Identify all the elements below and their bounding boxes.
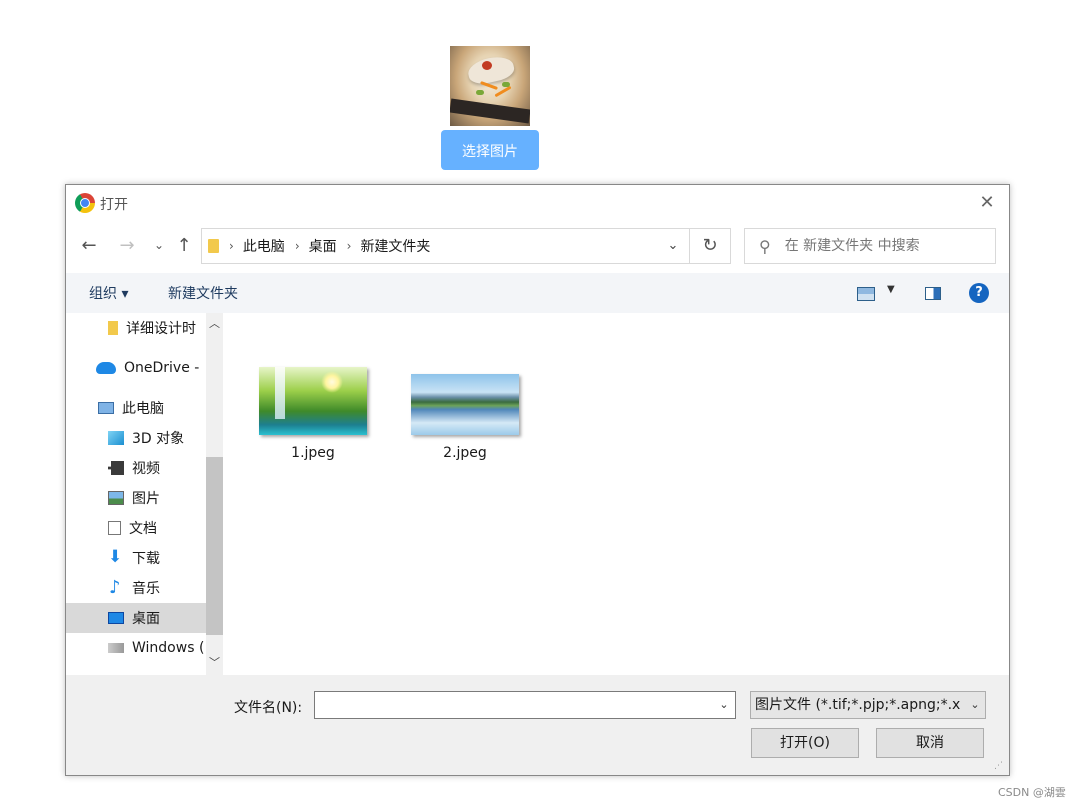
sidebar-item-windows-drive[interactable]: Windows ( xyxy=(66,633,206,663)
choose-image-button[interactable]: 选择图片 xyxy=(441,130,539,170)
refresh-icon[interactable]: ↻ xyxy=(689,228,731,264)
folder-icon xyxy=(208,239,219,253)
command-toolbar: 组织 ▾ 新建文件夹 ▼ ? xyxy=(66,273,1009,313)
filename-field[interactable] xyxy=(314,691,736,719)
forward-arrow-icon[interactable]: → xyxy=(116,235,138,257)
breadcrumb-separator: › xyxy=(294,239,300,253)
sidebar-item-music[interactable]: 音乐 xyxy=(66,573,206,603)
documents-icon xyxy=(108,521,121,535)
file-list-area: 1.jpeg 2.jpeg xyxy=(226,313,1009,675)
file-type-select[interactable]: 图片文件 (*.tif;*.pjp;*.apng;*.x xyxy=(750,691,986,719)
sidebar-item-videos[interactable]: 视频 xyxy=(66,453,206,483)
file-thumbnail xyxy=(259,367,367,435)
search-icon: ⚲ xyxy=(759,236,771,256)
sidebar-item-documents[interactable]: 文档 xyxy=(66,513,206,543)
dialog-title: 打开 xyxy=(100,197,128,213)
music-icon xyxy=(108,577,124,598)
new-folder-button[interactable]: 新建文件夹 xyxy=(168,283,238,303)
file-type-chevron-icon[interactable]: ⌄ xyxy=(966,692,984,718)
dialog-footer xyxy=(66,675,1009,775)
drive-icon xyxy=(108,643,124,653)
sidebar-item-label: 此电脑 xyxy=(122,401,164,417)
sidebar-item-label: 视频 xyxy=(132,461,160,477)
sidebar-item-label: 详细设计时 xyxy=(126,321,196,337)
help-icon[interactable]: ? xyxy=(969,283,989,303)
scroll-down-chevron-icon[interactable]: ﹀ xyxy=(206,655,223,671)
pictures-icon xyxy=(108,491,124,505)
view-mode-icon[interactable] xyxy=(857,287,875,301)
sidebar-item-label: 桌面 xyxy=(132,611,160,627)
filename-dropdown-chevron-icon[interactable]: ⌄ xyxy=(714,692,734,718)
computer-icon xyxy=(98,402,114,414)
resize-grip-icon[interactable]: ⋰ xyxy=(994,761,1003,771)
chrome-icon xyxy=(75,193,95,213)
file-item[interactable]: 2.jpeg xyxy=(390,374,540,461)
desktop-icon xyxy=(108,612,124,624)
open-file-dialog: 打开 ✕ ← → ⌄ ↑ › 此电脑 › 桌面 › 新建文件夹 ⌄ ↻ ⚲ 组织… xyxy=(65,184,1010,776)
address-history-chevron-icon[interactable]: ⌄ xyxy=(656,228,690,264)
breadcrumb-this-pc[interactable]: 此电脑 xyxy=(243,236,285,256)
file-item[interactable]: 1.jpeg xyxy=(238,367,388,461)
search-input[interactable] xyxy=(782,237,967,255)
file-thumbnail xyxy=(411,374,519,435)
scrollbar-thumb[interactable] xyxy=(206,457,223,635)
download-icon xyxy=(108,547,124,567)
sidebar-item-design-folder[interactable]: 详细设计时 xyxy=(66,313,206,343)
preview-image xyxy=(450,46,530,126)
recent-locations-chevron-icon[interactable]: ⌄ xyxy=(148,234,170,256)
folder-icon xyxy=(108,321,118,335)
breadcrumb-separator: › xyxy=(229,239,234,253)
search-field[interactable]: ⚲ xyxy=(744,228,996,264)
sidebar-item-onedrive[interactable]: OneDrive - xyxy=(66,353,206,383)
sidebar-item-downloads[interactable]: 下载 xyxy=(66,543,206,573)
scroll-up-chevron-icon[interactable]: ︿ xyxy=(206,316,223,332)
close-button[interactable]: ✕ xyxy=(977,193,997,213)
filename-input[interactable] xyxy=(315,692,717,716)
dialog-title-bar: 打开 ✕ xyxy=(66,185,1009,221)
preview-pane-icon[interactable] xyxy=(925,287,941,300)
navigation-pane: 详细设计时 OneDrive - 此电脑 3D 对象 视频 图片 文档 下载 xyxy=(66,313,226,675)
cancel-button[interactable]: 取消 xyxy=(876,728,984,758)
organize-menu[interactable]: 组织 ▾ xyxy=(89,283,128,303)
breadcrumb-desktop[interactable]: 桌面 xyxy=(309,236,337,256)
sidebar-item-label: 下载 xyxy=(132,551,160,567)
sidebar-item-this-pc[interactable]: 此电脑 xyxy=(66,393,206,423)
onedrive-icon xyxy=(96,362,116,374)
sidebar-item-desktop[interactable]: 桌面 xyxy=(66,603,206,633)
sidebar-item-label: 音乐 xyxy=(132,581,160,597)
open-button[interactable]: 打开(O) xyxy=(751,728,859,758)
sidebar-item-label: 3D 对象 xyxy=(132,431,185,447)
sidebar-item-label: OneDrive - xyxy=(124,360,200,376)
3d-objects-icon xyxy=(108,431,124,445)
sidebar-item-label: Windows ( xyxy=(132,640,205,656)
address-bar[interactable]: › 此电脑 › 桌面 › 新建文件夹 xyxy=(201,228,731,264)
view-dropdown-arrow-icon[interactable]: ▼ xyxy=(887,284,895,295)
back-arrow-icon[interactable]: ← xyxy=(78,235,100,257)
sidebar-item-3d-objects[interactable]: 3D 对象 xyxy=(66,423,206,453)
video-icon xyxy=(108,461,124,475)
sidebar-item-label: 图片 xyxy=(132,491,160,507)
sidebar-item-pictures[interactable]: 图片 xyxy=(66,483,206,513)
file-name: 2.jpeg xyxy=(443,445,487,461)
watermark: CSDN @湖雲 xyxy=(998,786,1066,799)
sidebar-item-label: 文档 xyxy=(129,521,157,537)
file-name: 1.jpeg xyxy=(291,445,335,461)
breadcrumb-separator: › xyxy=(346,239,352,253)
up-arrow-icon[interactable]: ↑ xyxy=(173,235,195,257)
filename-label: 文件名(N): xyxy=(234,700,303,716)
breadcrumb-new-folder[interactable]: 新建文件夹 xyxy=(360,236,430,256)
